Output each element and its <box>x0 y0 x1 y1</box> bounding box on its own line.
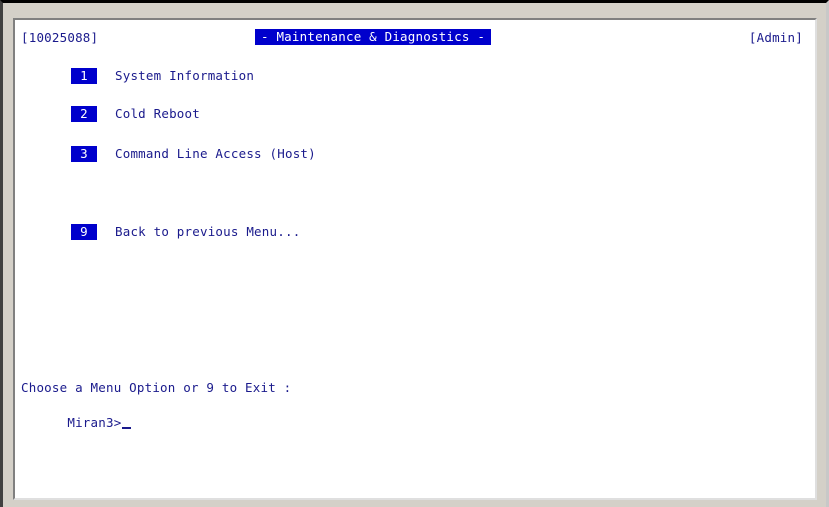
menu-key-badge[interactable]: 9 <box>71 224 97 240</box>
device-id: [10025088] <box>21 30 99 45</box>
window-frame: [10025088] - Maintenance & Diagnostics -… <box>0 0 829 507</box>
prompt-text: Miran3> <box>67 415 122 430</box>
text-cursor <box>122 427 132 429</box>
menu-item-label[interactable]: Command Line Access (Host) <box>115 146 316 162</box>
menu-item-label[interactable]: Back to previous Menu... <box>115 224 300 240</box>
menu-item-label[interactable]: Cold Reboot <box>115 106 200 122</box>
menu-title: - Maintenance & Diagnostics - <box>255 29 492 45</box>
menu-key-badge[interactable]: 2 <box>71 106 97 122</box>
menu-key-badge[interactable]: 3 <box>71 146 97 162</box>
menu-instruction: Choose a Menu Option or 9 to Exit : <box>21 380 292 395</box>
menu-item-label[interactable]: System Information <box>115 68 254 84</box>
terminal-screen[interactable]: [10025088] - Maintenance & Diagnostics -… <box>13 18 817 500</box>
command-prompt[interactable]: Miran3> <box>21 399 132 447</box>
user-role: [Admin] <box>748 30 803 45</box>
menu-key-badge[interactable]: 1 <box>71 68 97 84</box>
